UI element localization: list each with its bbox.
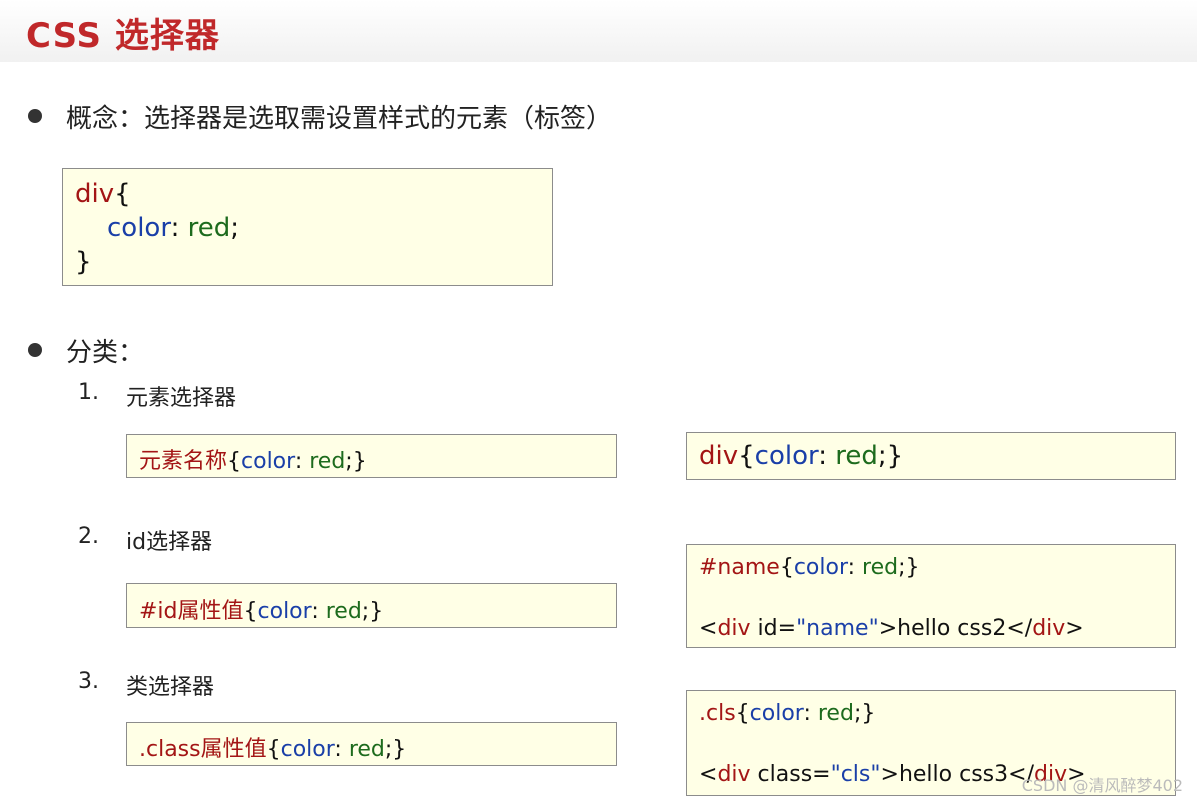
list-item-label: 类选择器 (126, 675, 215, 700)
category-label: 分类： (66, 338, 145, 368)
slide-header: CSS 选择器 (0, 0, 1197, 62)
example-box-id: #name{color: red;} <div id="name">hello … (686, 544, 1176, 648)
slide-title: CSS 选择器 (26, 16, 220, 56)
list-item-number: 1. (78, 380, 99, 405)
concept-text: 概念：选择器是选取需设置样式的元素（标签） (66, 104, 613, 134)
syntax-box-element: 元素名称{color: red;} (126, 434, 617, 478)
syntax-box-id: #id属性值{color: red;} (126, 583, 617, 628)
list-item-number: 3. (78, 669, 99, 694)
bullet-category (28, 343, 42, 357)
list-item-number: 2. (78, 524, 99, 549)
list-item-label: 元素选择器 (126, 386, 237, 411)
code-property: color (107, 213, 171, 243)
code-selector: div (75, 179, 115, 209)
syntax-box-class: .class属性值{color: red;} (126, 722, 617, 766)
code-value: red (187, 213, 231, 243)
concept-code-box: div{ color: red; } (62, 168, 553, 286)
list-item-label: id选择器 (126, 530, 213, 555)
watermark: CSDN @清风醉梦402 (1021, 776, 1183, 795)
bullet-concept (28, 109, 42, 123)
example-box-element: div{color: red;} (686, 432, 1176, 480)
